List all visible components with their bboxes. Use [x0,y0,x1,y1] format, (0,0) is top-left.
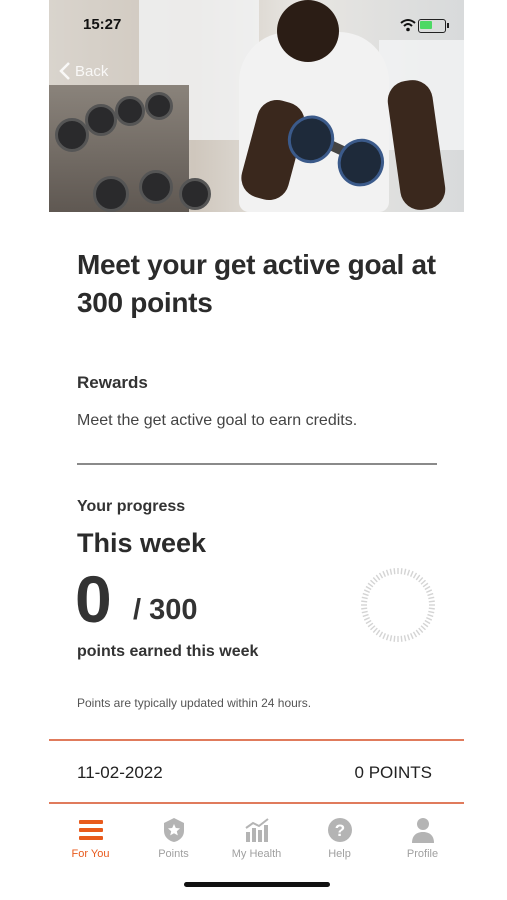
progress-ring-tick [428,600,435,603]
progress-ring-tick [400,568,403,575]
points-earned: 0 [75,562,112,636]
progress-ring-tick [424,619,431,625]
progress-period: This week [77,528,207,558]
tab-label: Profile [406,848,439,860]
progress-ring-tick [412,631,418,638]
progress-ring-tick [428,596,435,600]
progress-ring-tick [428,610,435,614]
home-indicator [184,882,330,887]
progress-ring-tick [406,634,411,641]
star-badge-icon [163,818,184,842]
back-label: Back [75,62,109,80]
tab-help[interactable]: ? Help [298,812,381,867]
progress-ring-tick [418,627,424,633]
progress-ring-tick [415,574,421,581]
status-bar: 15:27 [49,14,464,36]
tab-profile[interactable]: Profile [381,812,464,867]
progress-ring-tick [420,579,426,585]
tab-my-health[interactable]: My Health [215,812,298,867]
progress-ring-tick [385,634,390,641]
progress-ring-tick [372,577,378,583]
points-earned-label: points earned this week [77,643,259,660]
progress-ring-tick [361,607,368,610]
progress-ring-tick [375,574,381,581]
progress-ring-tick [365,585,372,591]
progress-ring-tick [426,589,433,594]
rewards-description: Meet the get active goal to earn credits… [77,412,358,429]
person-icon [411,818,434,843]
progress-ring-tick [382,570,387,577]
progress-ring-tick [393,635,396,642]
screen: 15:27 Back Meet your get active goal at … [49,0,464,900]
progress-ring-tick [362,592,369,597]
goal-title: Meet your get active goal at 300 points [77,249,436,318]
back-button[interactable]: Back [59,62,108,80]
tab-label: My Health [231,848,282,860]
progress-ring-tick [361,596,368,600]
progress-ring-tick [428,607,435,610]
progress-ring-tick [367,582,374,588]
progress-ring-tick [385,569,390,576]
progress-ring-tick [406,569,411,576]
progress-ring-tick [375,629,381,636]
progress-ring-tick [362,613,369,618]
progress-heading: Your progress [77,498,186,515]
bar-chart-icon [244,818,269,842]
progress-ring-tick [409,633,414,640]
progress-ring-tick [422,582,429,588]
progress-ring-tick [400,635,403,642]
svg-text:?: ? [334,821,344,840]
progress-ring-tick [363,616,370,621]
progress-ring-tick [370,579,376,585]
progress-ring-tick [420,625,426,631]
tab-bar: For You Points My Health ? Help Profile [49,812,464,867]
progress-ring-tick [412,572,418,579]
progress-ring-tick [389,635,393,642]
progress-ring-tick [403,568,407,575]
tab-label: For You [71,848,110,860]
progress-ring-tick [367,622,374,628]
progress-ring-tick [409,570,414,577]
history-date: 11-02-2022 [77,763,163,782]
hero-image: 15:27 Back [49,0,464,212]
progress-ring-tick [427,592,434,597]
progress-ring-tick [427,613,434,618]
progress-ring-tick [372,627,378,633]
history-divider-bottom [49,802,464,804]
rewards-heading: Rewards [77,373,148,392]
status-time: 15:27 [83,16,122,33]
list-icon [78,820,103,840]
wifi-icon [400,19,416,32]
progress-ring-tick [370,625,376,631]
progress-ring-tick [378,572,384,579]
progress-ring-tick [422,622,429,628]
history-row[interactable]: 11-02-2022 0 POINTS [49,741,464,801]
tab-points[interactable]: Points [132,812,215,867]
progress-ring-tick [361,610,368,614]
progress-ring-tick [361,600,368,603]
progress-ring-tick [403,635,407,642]
progress-ring-tick [426,616,433,621]
tab-for-you[interactable]: For You [49,812,132,867]
progress-ring-tick [418,577,424,583]
progress-ring-tick [382,633,387,640]
progress-ring-tick [393,568,396,575]
tab-label: Points [158,848,189,860]
update-note: Points are typically updated within 24 h… [77,696,312,710]
history-points: 0 POINTS [354,763,432,782]
points-goal: / 300 [133,594,198,626]
progress-ring-tick [365,619,372,625]
progress-ring-tick [424,585,431,591]
progress-ring-tick [389,568,393,575]
battery-icon [418,19,449,33]
progress-ring [361,568,435,642]
section-divider [77,463,437,465]
progress-ring-tick [378,631,384,638]
help-icon: ? [327,818,352,842]
chevron-left-icon [59,62,70,80]
progress-ring-tick [363,589,370,594]
progress-ring-tick [415,629,421,636]
tab-label: Help [328,848,351,860]
